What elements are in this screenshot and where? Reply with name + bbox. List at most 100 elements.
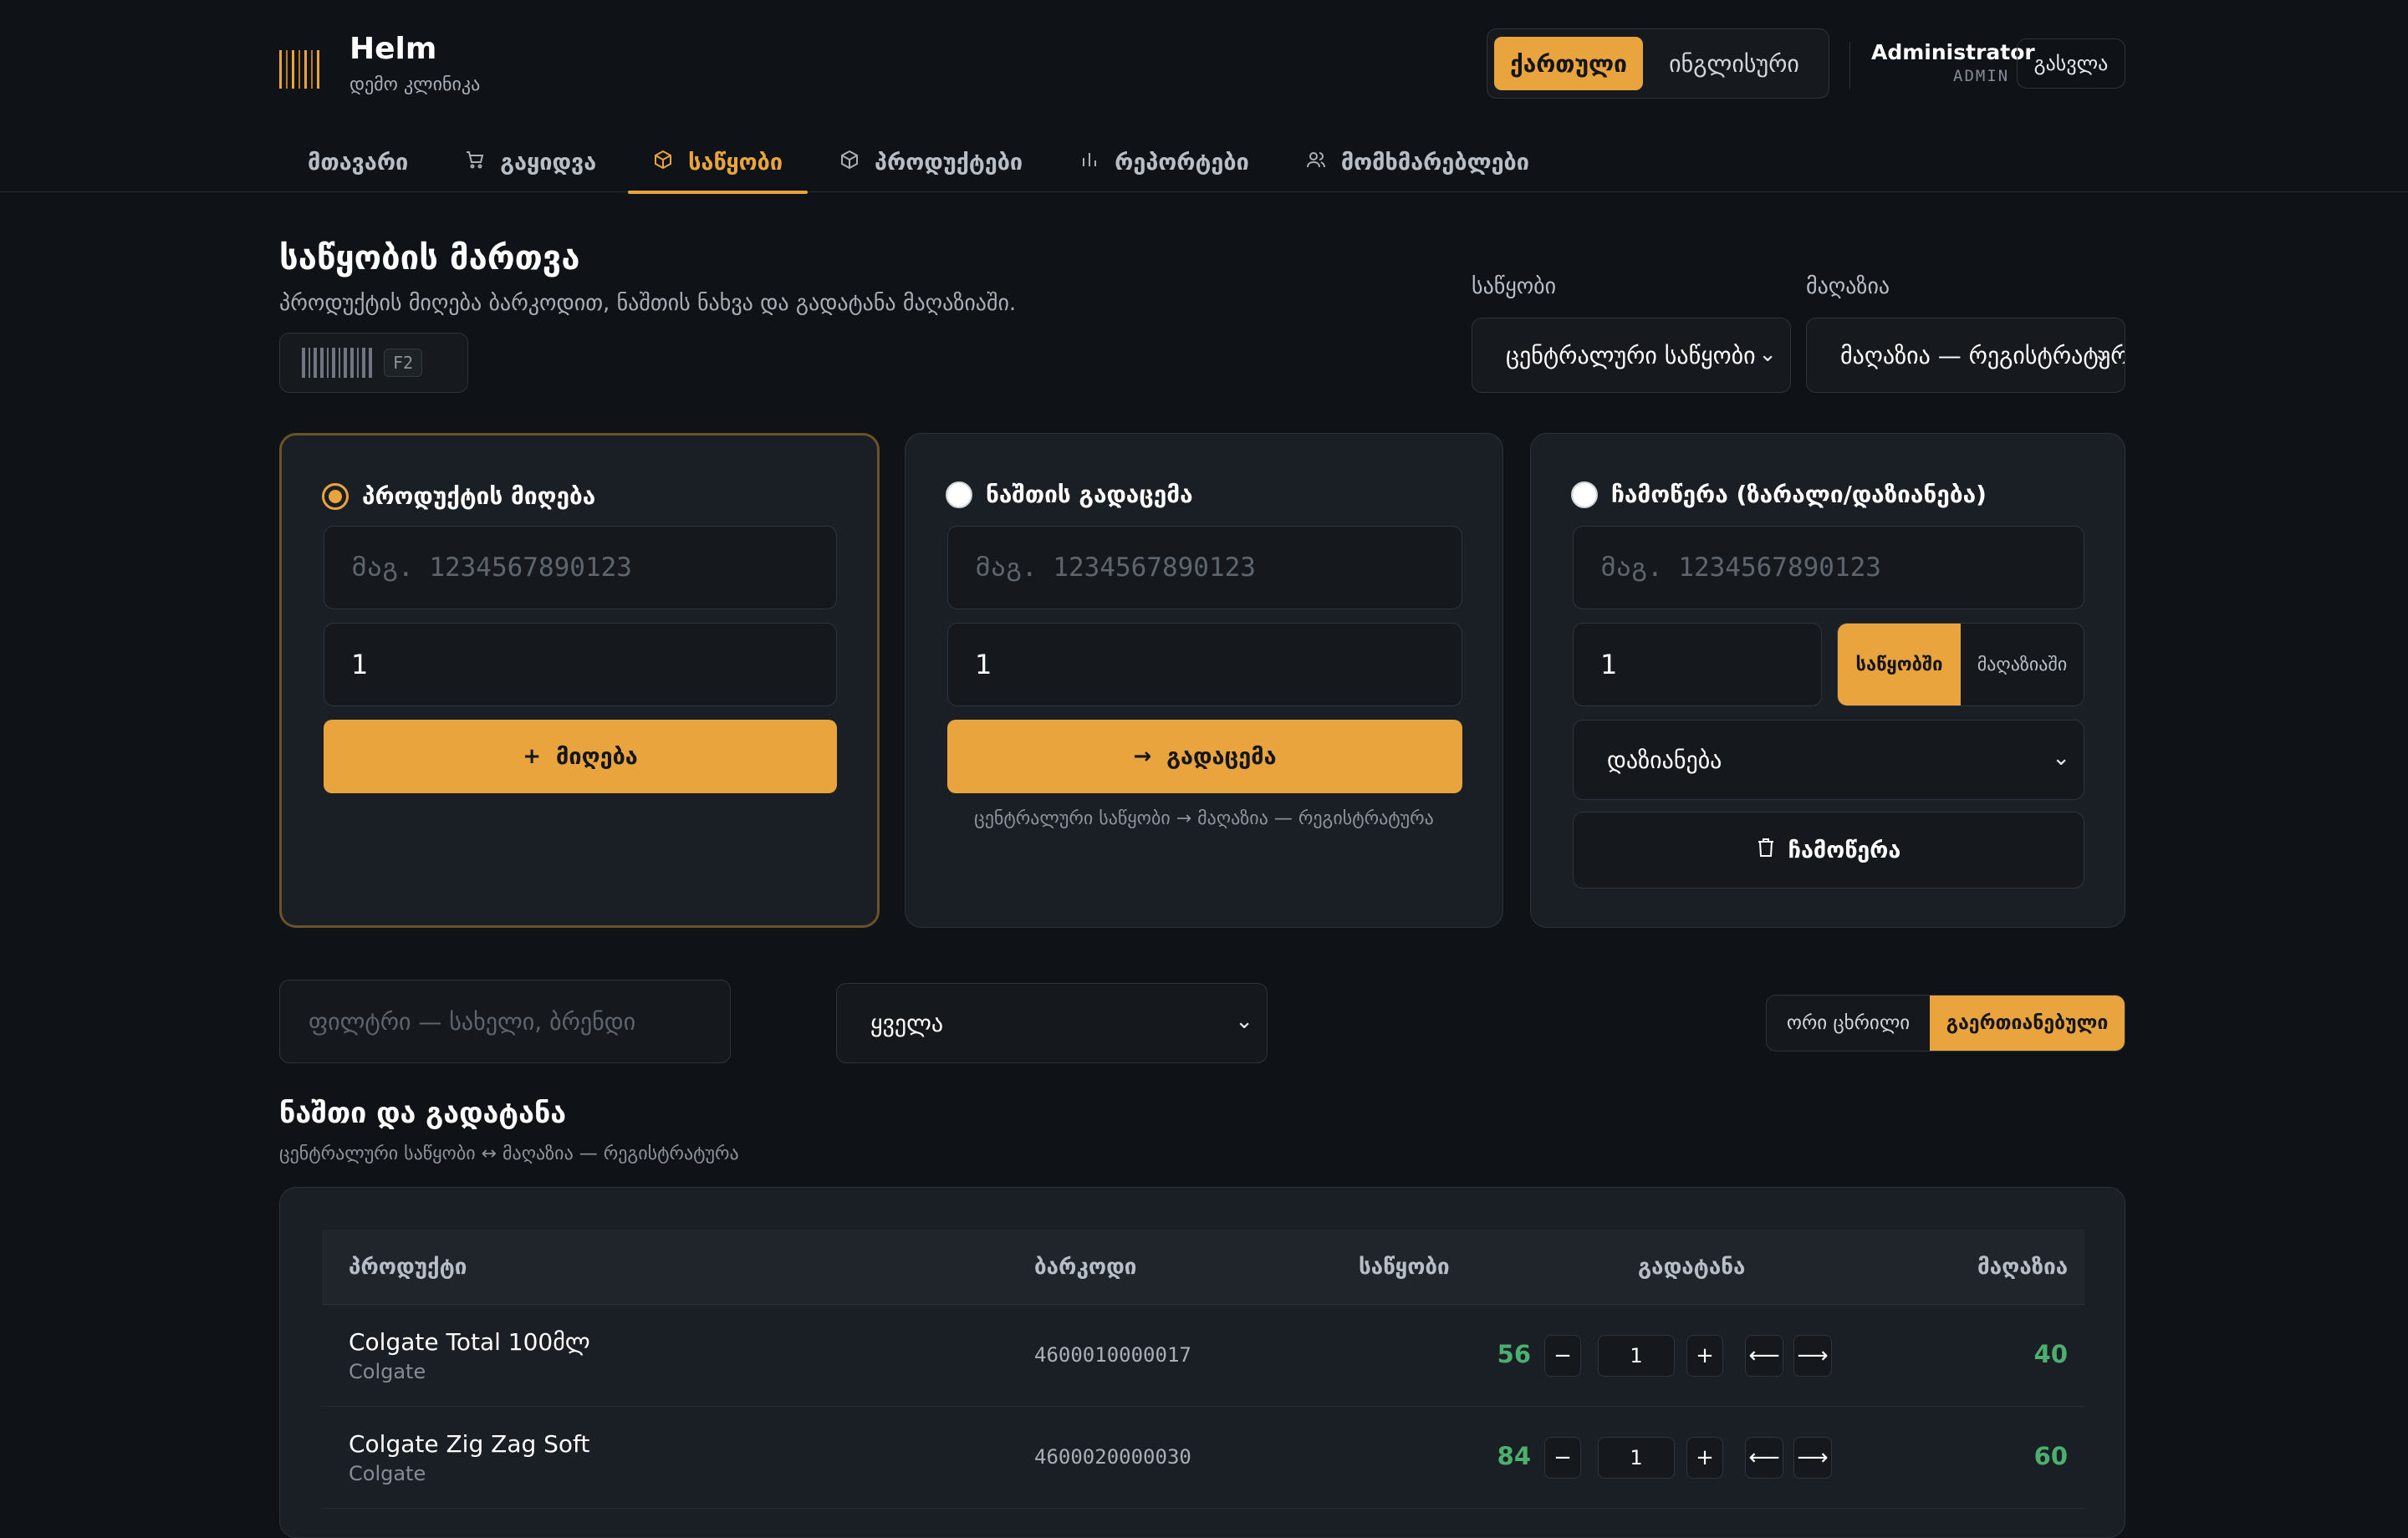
tab-label: გაყიდვა: [500, 149, 597, 176]
writeoff-reason-value: დაზიანება: [1607, 746, 1722, 774]
shortcut-key: F2: [384, 349, 423, 377]
tab-sales[interactable]: გაყიდვა: [436, 132, 625, 192]
barcode-logo-icon: [279, 50, 331, 89]
transfer-quantity-input[interactable]: 1: [947, 623, 1462, 706]
move-to-store-button[interactable]: ⟶: [1793, 1437, 1832, 1479]
move-to-warehouse-button[interactable]: ⟵: [1745, 1437, 1783, 1479]
tab-products[interactable]: პროდუქტები: [811, 132, 1051, 192]
store-stock: 60: [2033, 1442, 2068, 1470]
transfer-barcode-input[interactable]: მაგ. 1234567890123: [947, 526, 1462, 609]
receive-button-label: მიღება: [556, 743, 638, 770]
store-select-value: მაღაზია — რეგისტრატურა: [1840, 341, 2125, 369]
top-bar: Helm დემო კლინიკა ქართული ინგლისური Admi…: [0, 0, 2408, 194]
column-store: მაღაზია: [1977, 1255, 2069, 1280]
increment-button[interactable]: +: [1686, 1335, 1723, 1377]
box-icon: [839, 150, 860, 175]
writeoff-barcode-input[interactable]: მაგ. 1234567890123: [1573, 526, 2084, 609]
column-barcode: ბარკოდი: [1034, 1255, 1137, 1280]
plus-icon: +: [523, 744, 542, 769]
writeoff-reason-select[interactable]: დაზიანება ⌄: [1573, 720, 2084, 800]
transfer-quantity-input[interactable]: 1: [1598, 1437, 1675, 1479]
header-divider: [1849, 42, 1850, 89]
chevron-down-icon: ⌄: [1235, 1009, 1253, 1034]
trash-icon: [1757, 838, 1775, 863]
section-title: ნაშთი და გადატანა: [279, 1097, 567, 1130]
category-filter-select[interactable]: ყველა ⌄: [836, 983, 1268, 1063]
writeoff-button[interactable]: ჩამოწერა: [1573, 812, 2084, 889]
move-to-store-button[interactable]: ⟶: [1793, 1335, 1832, 1377]
decrement-button[interactable]: −: [1544, 1335, 1581, 1377]
move-to-warehouse-button[interactable]: ⟵: [1745, 1335, 1783, 1377]
writeoff-title: ჩამოწერა (ზარალი/დაზიანება): [1611, 481, 1987, 508]
filter-search-input[interactable]: ფილტრი — სახელი, ბრენდი: [279, 980, 731, 1063]
receive-button[interactable]: + მიღება: [324, 720, 837, 793]
transfer-quantity-input[interactable]: 1: [1598, 1335, 1675, 1377]
table-row: Colgate Total 100მლ Colgate 460001000001…: [322, 1305, 2084, 1407]
language-english-button[interactable]: ინგლისური: [1648, 37, 1820, 90]
receive-barcode-input[interactable]: მაგ. 1234567890123: [324, 526, 837, 609]
view-two-tables-option[interactable]: ორი ცხრილი: [1767, 996, 1930, 1051]
store-select[interactable]: მაღაზია — რეგისტრატურა ⌄: [1806, 318, 2125, 393]
product-name: Colgate Zig Zag Soft: [349, 1430, 590, 1458]
table-row: Colgate Zig Zag Soft Colgate 46000200000…: [322, 1407, 2084, 1509]
app-subtitle: დემო კლინიკა: [349, 74, 481, 95]
receive-quantity-input[interactable]: 1: [324, 623, 837, 706]
user-name: Administrator: [1871, 40, 2035, 64]
radio-selected-icon: [322, 482, 349, 510]
tab-reports[interactable]: რეპორტები: [1051, 132, 1278, 192]
warehouse-select-value: ცენტრალური საწყობი: [1506, 341, 1756, 369]
location-store-option[interactable]: მაღაზიაში: [1961, 624, 2084, 705]
location-warehouse-option[interactable]: საწყობში: [1838, 624, 1961, 705]
radio-unselected-icon: [1571, 481, 1598, 508]
view-mode-toggle: ორი ცხრილი გაერთიანებული: [1766, 995, 2125, 1052]
tab-home[interactable]: მთავარი: [279, 132, 436, 192]
language-georgian-button[interactable]: ქართული: [1494, 37, 1643, 90]
tab-warehouse[interactable]: საწყობი: [625, 132, 811, 194]
product-barcode: 4600010000017: [1034, 1343, 1191, 1367]
product-barcode: 4600020000030: [1034, 1445, 1191, 1469]
column-transfer: გადატანა: [1638, 1255, 1746, 1280]
box-icon: [653, 150, 673, 175]
view-merged-option[interactable]: გაერთიანებული: [1930, 996, 2125, 1051]
column-warehouse: საწყობი: [1359, 1255, 1450, 1280]
writeoff-mode-radio[interactable]: ჩამოწერა (ზარალი/დაზიანება): [1571, 481, 1987, 508]
logout-button[interactable]: გასვლა: [2017, 38, 2125, 89]
transfer-card: ნაშთის გადაცემა მაგ. 1234567890123 1 → გ…: [905, 433, 1503, 928]
column-product: პროდუქტი: [349, 1255, 467, 1280]
tab-label: საწყობი: [688, 149, 783, 176]
language-switch: ქართული ინგლისური: [1487, 28, 1829, 99]
decrement-button[interactable]: −: [1544, 1437, 1581, 1479]
product-brand: Colgate: [349, 1462, 426, 1485]
radio-unselected-icon: [946, 481, 972, 508]
warehouse-stock: 84: [1497, 1442, 1531, 1470]
writeoff-location-toggle: საწყობში მაღაზიაში: [1837, 623, 2084, 706]
table-header: პროდუქტი ბარკოდი საწყობი გადატანა მაღაზი…: [322, 1230, 2084, 1305]
increment-button[interactable]: +: [1686, 1437, 1723, 1479]
store-stock: 40: [2033, 1340, 2068, 1368]
cart-icon: [465, 150, 485, 175]
tab-label: მომხმარებლები: [1340, 149, 1529, 176]
main-nav: მთავარი გაყიდვა საწყობი პროდუქტები რეპორ…: [279, 132, 1558, 194]
product-name: Colgate Total 100მლ: [349, 1328, 590, 1356]
tab-label: პროდუქტები: [875, 149, 1023, 176]
warehouse-select-label: საწყობი: [1472, 274, 1557, 299]
page-subtitle: პროდუქტის მიღება ბარკოდით, ნაშთის ნახვა …: [279, 291, 1017, 316]
writeoff-quantity-input[interactable]: 1: [1573, 623, 1822, 706]
tab-users[interactable]: მომხმარებლები: [1278, 132, 1558, 192]
page-title: საწყობის მართვა: [279, 239, 580, 278]
users-icon: [1306, 150, 1326, 175]
barcode-scan-button[interactable]: F2: [279, 333, 468, 393]
tab-label: მთავარი: [308, 149, 409, 176]
arrow-right-icon: →: [1133, 744, 1152, 769]
warehouse-select[interactable]: ცენტრალური საწყობი ⌄: [1472, 318, 1791, 393]
writeoff-card: ჩამოწერა (ზარალი/დაზიანება) მაგ. 1234567…: [1530, 433, 2125, 928]
app-name: Helm: [349, 32, 437, 66]
brand[interactable]: Helm დემო კლინიკა: [279, 32, 480, 95]
writeoff-button-label: ჩამოწერა: [1788, 837, 1901, 863]
transfer-mode-radio[interactable]: ნაშთის გადაცემა: [946, 481, 1193, 508]
receive-mode-radio[interactable]: პროდუქტის მიღება: [322, 482, 595, 510]
chevron-down-icon: ⌄: [2093, 342, 2111, 367]
store-select-label: მაღაზია: [1806, 274, 1890, 299]
transfer-button[interactable]: → გადაცემა: [947, 720, 1462, 793]
bar-chart-icon: [1079, 150, 1099, 175]
